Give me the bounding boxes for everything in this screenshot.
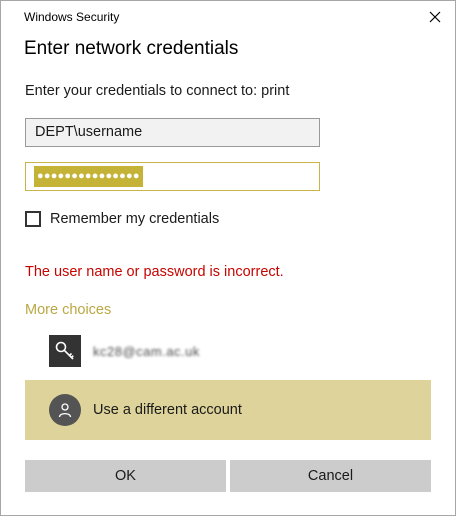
window-title: Windows Security xyxy=(24,10,120,24)
credentials-dialog: Windows Security Enter network credentia… xyxy=(0,0,456,516)
password-field[interactable]: ●●●●●●●●●●●●●●● xyxy=(25,162,320,191)
username-field[interactable]: DEPT\username xyxy=(25,118,320,147)
ok-button[interactable]: OK xyxy=(25,460,226,492)
error-message: The user name or password is incorrect. xyxy=(25,264,284,280)
key-icon xyxy=(55,341,74,360)
key-tile xyxy=(49,335,81,367)
remember-checkbox[interactable] xyxy=(25,211,41,227)
remember-credentials[interactable]: Remember my credentials xyxy=(25,211,219,227)
title-bar: Windows Security xyxy=(1,1,455,33)
different-account-label: Use a different account xyxy=(93,402,242,418)
saved-account-option[interactable]: kc28@cam.ac.uk xyxy=(25,331,431,371)
person-avatar xyxy=(49,394,81,426)
close-button[interactable] xyxy=(425,7,445,27)
more-choices-link[interactable]: More choices xyxy=(25,302,111,318)
remember-label: Remember my credentials xyxy=(50,211,220,227)
connect-prompt: Enter your credentials to connect to: pr… xyxy=(25,83,290,99)
close-icon xyxy=(429,11,441,23)
dialog-heading: Enter network credentials xyxy=(24,38,239,59)
cancel-button[interactable]: Cancel xyxy=(230,460,431,492)
saved-account-label: kc28@cam.ac.uk xyxy=(93,343,200,359)
different-account-option[interactable]: Use a different account xyxy=(25,380,431,440)
person-icon xyxy=(58,403,72,418)
password-mask: ●●●●●●●●●●●●●●● xyxy=(34,166,143,187)
